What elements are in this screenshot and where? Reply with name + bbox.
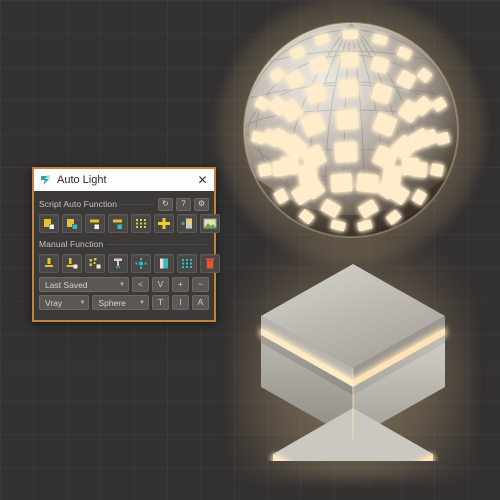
manual-icon-row	[39, 254, 220, 273]
manual-function-label: Manual Function	[39, 239, 104, 249]
preset-view-button[interactable]: V	[152, 277, 169, 292]
isometric-light-pedestal[interactable]	[231, 240, 475, 480]
renderer-dropdown-value: Vray	[45, 297, 63, 308]
manual-function-header: Manual Function	[39, 237, 209, 251]
preset-dropdown[interactable]: Last Saved ▼	[39, 277, 129, 292]
pedestal-geometry	[261, 264, 445, 461]
faceted-emissive-sphere[interactable]	[217, 0, 485, 264]
renderer-dropdown[interactable]: Vray ▼	[39, 295, 90, 310]
manual-light-column-button[interactable]	[108, 254, 128, 273]
dialog-body: Script Auto Function ↻ ? ⚙ Manual Functi…	[34, 191, 220, 317]
shape-dropdown-value: Sphere	[98, 297, 126, 308]
auto-light-grid-button[interactable]	[131, 214, 151, 233]
auto-light-bar-teal-button[interactable]	[108, 214, 128, 233]
chevron-down-icon: ▼	[139, 299, 145, 306]
script-icon-row	[39, 214, 220, 233]
dialog-titlebar[interactable]: Auto Light ✕	[34, 169, 214, 191]
script-auto-function-label: Script Auto Function	[39, 199, 118, 209]
preset-dropdown-value: Last Saved	[45, 279, 88, 290]
dialog-title: Auto Light	[57, 174, 107, 186]
script-mini-buttons: ↻ ? ⚙	[158, 197, 209, 211]
manual-light-delete-button[interactable]	[200, 254, 220, 273]
auto-light-dialog[interactable]: Auto Light ✕ Script Auto Function ↻ ? ⚙	[32, 167, 220, 322]
type-button[interactable]: T	[152, 295, 169, 310]
sphere-geometry	[243, 22, 459, 238]
settings-button[interactable]: ⚙	[194, 197, 209, 211]
help-button[interactable]: ?	[176, 197, 191, 211]
intensity-button[interactable]: I	[172, 295, 189, 310]
preset-add-button[interactable]: +	[172, 277, 189, 292]
manual-light-array-button[interactable]	[177, 254, 197, 273]
auto-light-panel-button[interactable]	[177, 214, 197, 233]
auto-light-bar-white-button[interactable]	[85, 214, 105, 233]
manual-light-strip-button[interactable]	[154, 254, 174, 273]
refresh-button[interactable]: ↻	[158, 197, 173, 211]
close-icon[interactable]: ✕	[195, 173, 210, 188]
render-row: Vray ▼ Sphere ▼ T I A	[39, 295, 209, 310]
section-divider	[107, 243, 209, 245]
manual-light-plus-object-button[interactable]	[62, 254, 82, 273]
auto-light-corner-white-button[interactable]	[39, 214, 59, 233]
preset-prev-button[interactable]: <	[132, 277, 149, 292]
manual-light-spread-button[interactable]	[131, 254, 151, 273]
chevron-down-icon: ▼	[79, 299, 86, 306]
manual-multi-light-button[interactable]	[85, 254, 105, 273]
auto-light-image-button[interactable]	[200, 214, 220, 233]
preset-row: Last Saved ▼ < V + −	[39, 277, 209, 292]
all-button[interactable]: A	[192, 295, 209, 310]
chevron-down-icon: ▼	[119, 281, 125, 288]
section-divider	[121, 203, 154, 205]
script-auto-function-header: Script Auto Function ↻ ? ⚙	[39, 197, 209, 211]
auto-light-add-button[interactable]	[154, 214, 174, 233]
manual-single-light-button[interactable]	[39, 254, 59, 273]
auto-light-corner-teal-button[interactable]	[62, 214, 82, 233]
shape-dropdown[interactable]: Sphere ▼	[92, 295, 149, 310]
auto-light-app-icon	[39, 174, 52, 187]
preset-remove-button[interactable]: −	[192, 277, 209, 292]
